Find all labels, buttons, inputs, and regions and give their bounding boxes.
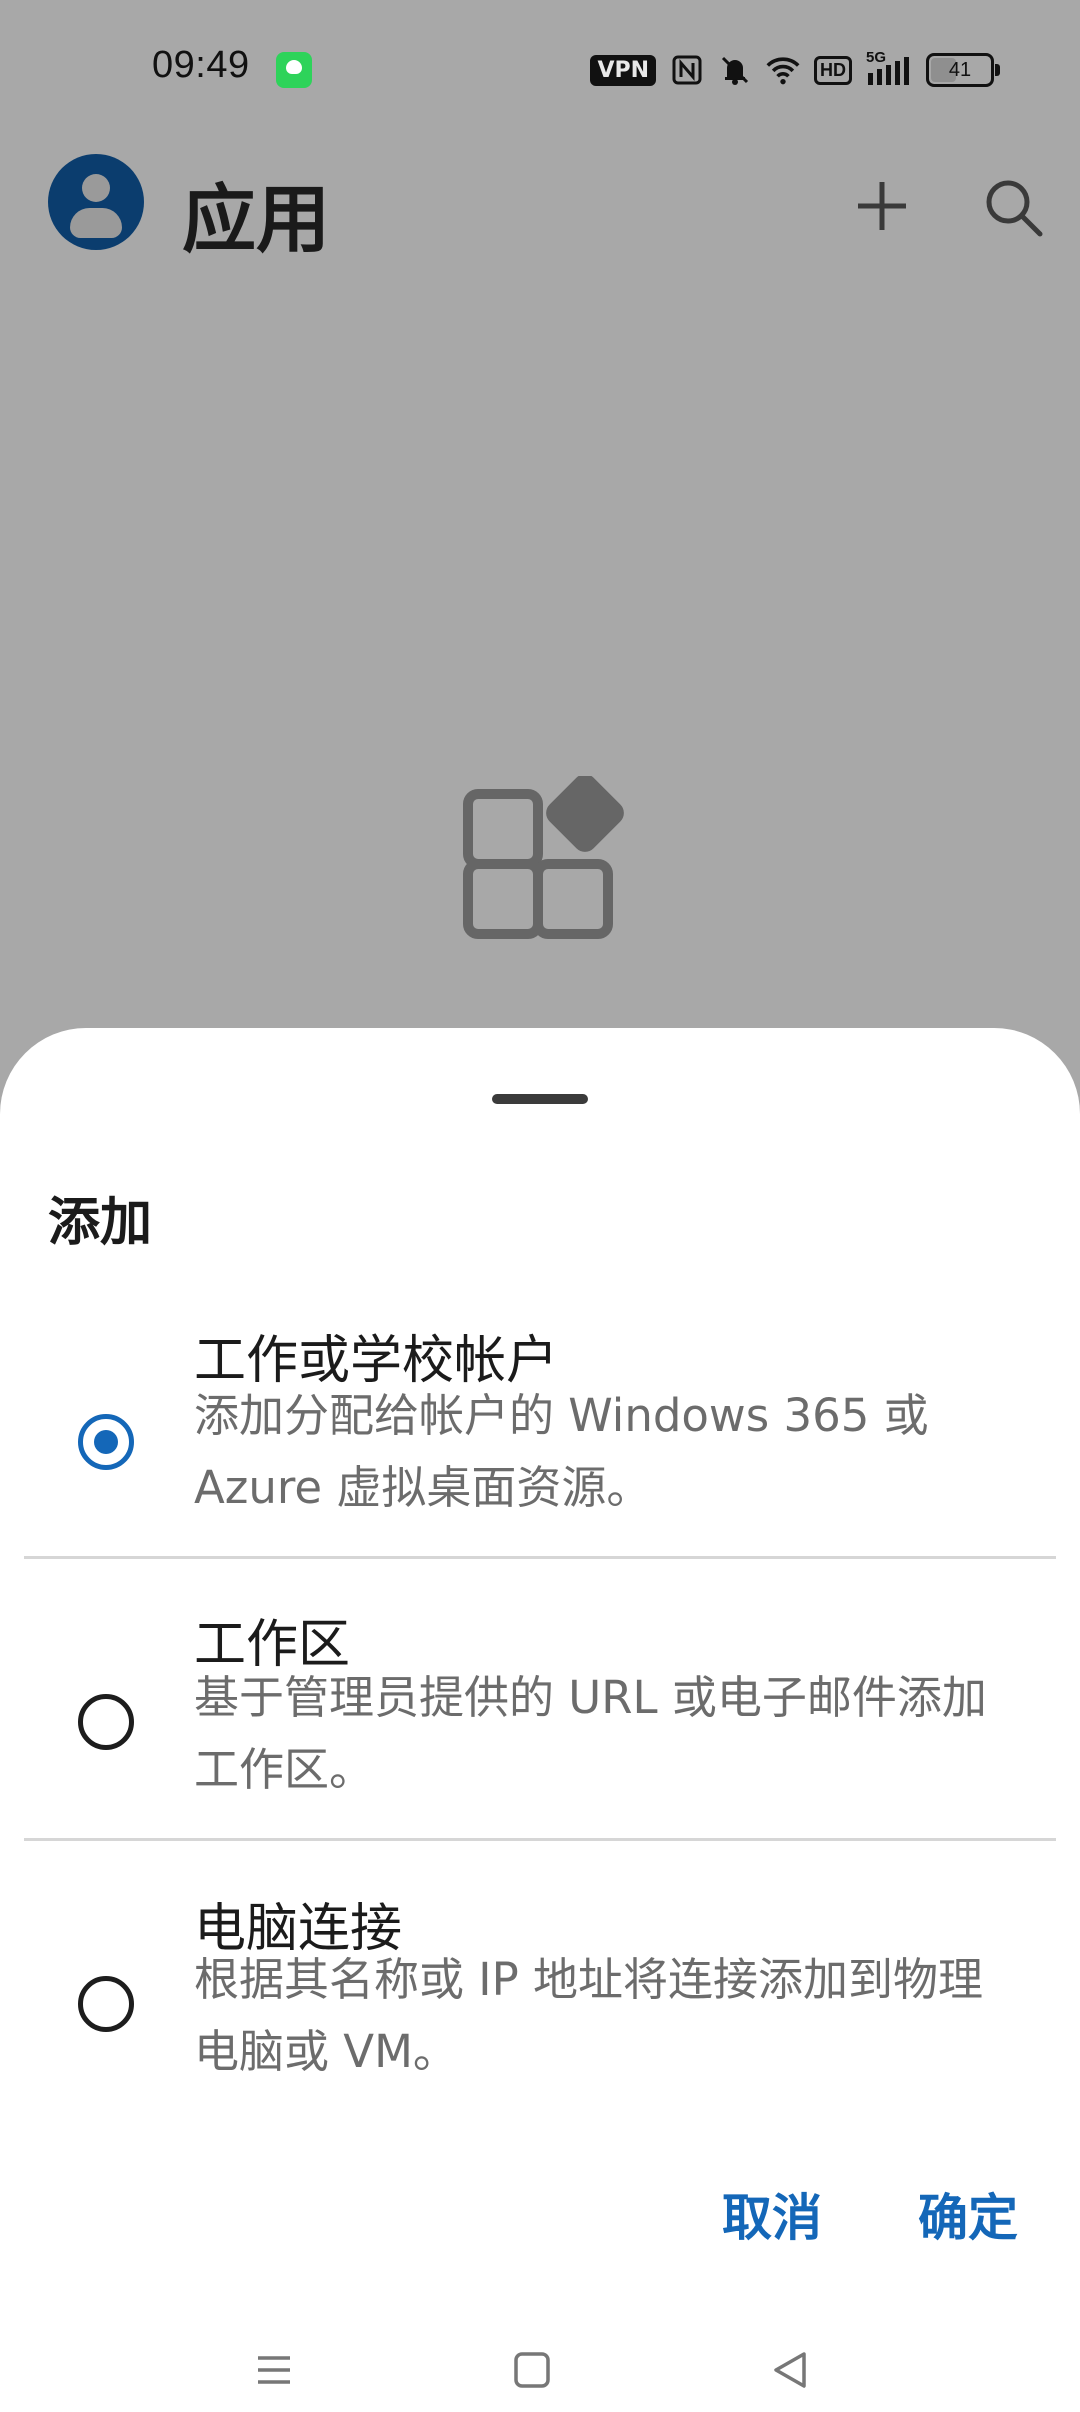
radio-button-checked[interactable] — [78, 1414, 134, 1470]
vpn-badge: VPN — [590, 54, 656, 86]
option-description: 添加分配给帐户的 Windows 365 或 Azure 虚拟桌面资源。 — [194, 1389, 929, 1514]
plus-icon — [858, 182, 906, 230]
radio-button[interactable] — [78, 1976, 134, 2032]
option-description: 根据其名称或 IP 地址将连接添加到物理电脑或 VM。 — [194, 1953, 984, 2078]
hd-icon: HD — [814, 55, 852, 85]
dialog-actions: 取消 确定 — [0, 2178, 1080, 2268]
add-button[interactable] — [848, 172, 916, 240]
cellular-signal-icon: 5G — [866, 49, 912, 87]
battery-level: 41 — [948, 58, 972, 81]
search-button[interactable] — [978, 172, 1046, 240]
wifi-icon — [766, 53, 800, 87]
sheet-title: 添加 — [48, 1193, 153, 1253]
system-nav-bar — [0, 2328, 1080, 2412]
home-icon[interactable] — [508, 2346, 556, 2394]
option-pc-connection[interactable]: 电脑连接 根据其名称或 IP 地址将连接添加到物理电脑或 VM。 — [0, 1860, 1080, 2142]
option-workspace[interactable]: 工作区 基于管理员提供的 URL 或电子邮件添加工作区。 — [0, 1578, 1080, 1860]
status-time: 09:49 — [152, 44, 250, 86]
system-icons: VPN HD 5G 41 — [590, 49, 1000, 90]
radio-button[interactable] — [78, 1694, 134, 1750]
option-work-school-account[interactable]: 工作或学校帐户 添加分配给帐户的 Windows 365 或 Azure 虚拟桌… — [0, 1298, 1080, 1580]
chat-notification-icon — [276, 52, 312, 88]
divider — [24, 1838, 1056, 1841]
network-type-label: 5G — [866, 49, 887, 66]
status-bar: 09:49 VPN HD 5G 41 — [0, 0, 1080, 140]
add-bottom-sheet: 添加 工作或学校帐户 添加分配给帐户的 Windows 365 或 Azure … — [0, 1028, 1080, 2412]
page-title: 应用 — [182, 177, 330, 263]
cancel-button[interactable]: 取消 — [722, 2178, 822, 2250]
apps-grid-icon — [462, 774, 630, 944]
option-description: 基于管理员提供的 URL 或电子邮件添加工作区。 — [194, 1671, 987, 1796]
back-icon[interactable] — [766, 2346, 814, 2394]
battery-icon: 41 — [926, 53, 1000, 87]
confirm-button[interactable]: 确定 — [918, 2178, 1018, 2250]
search-icon — [986, 180, 1043, 237]
mute-icon — [718, 53, 752, 87]
app-bar: 应用 — [0, 140, 1080, 270]
menu-icon[interactable] — [250, 2346, 298, 2394]
drag-handle[interactable] — [492, 1094, 588, 1104]
account-avatar-icon[interactable] — [48, 154, 144, 250]
nfc-icon — [670, 53, 704, 87]
divider — [24, 1556, 1056, 1559]
